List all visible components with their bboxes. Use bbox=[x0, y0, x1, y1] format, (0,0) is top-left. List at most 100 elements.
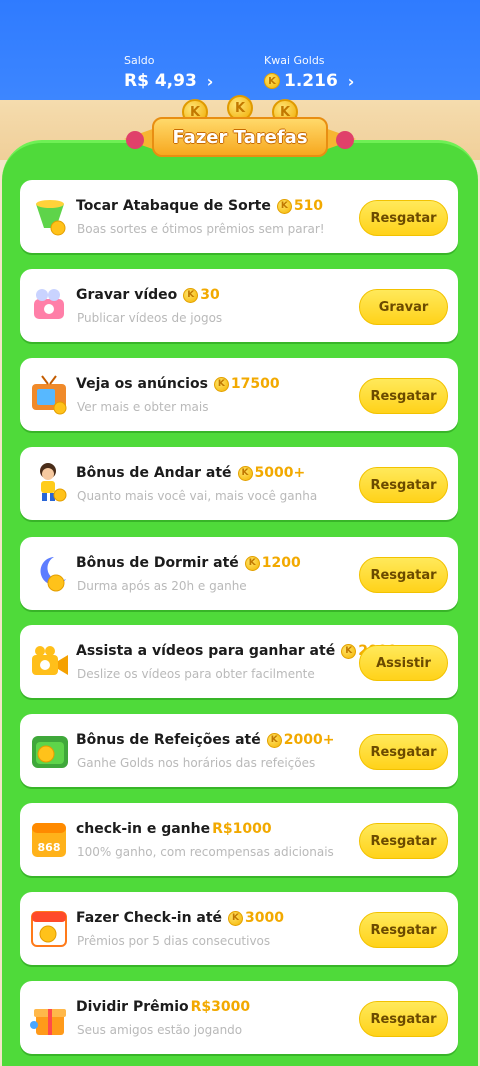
task-subtitle: Durma após as 20h e ganhe bbox=[77, 579, 247, 593]
balance-block[interactable]: Saldo R$ 4,93 › bbox=[124, 54, 213, 91]
tasks-banner: K K K Fazer Tarefas bbox=[122, 95, 358, 165]
task-card: Gravar vídeo K 30 Publicar vídeos de jogos G… bbox=[20, 269, 458, 342]
task-title: Bônus de Andar até bbox=[76, 465, 232, 481]
task-reward-value: R$3000 bbox=[190, 999, 251, 1015]
task-reward-value: R$1000 bbox=[212, 821, 272, 837]
drum-icon bbox=[28, 194, 72, 238]
task-reward-value: 1200 bbox=[261, 555, 301, 571]
task-title: Tocar Atabaque de Sorte bbox=[76, 198, 271, 214]
task-action-button[interactable]: Resgatar bbox=[359, 1001, 448, 1037]
banner-title: Fazer Tarefas bbox=[152, 117, 328, 157]
task-reward: R$3000 bbox=[191, 999, 251, 1015]
kwai-coin-icon: K bbox=[183, 287, 199, 303]
chevron-right-icon: › bbox=[206, 71, 214, 91]
calendar-number: 868 bbox=[38, 841, 61, 854]
task-action-button[interactable]: Resgatar bbox=[359, 734, 448, 770]
task-title-row: Bônus de Andar até K 5000+ bbox=[76, 465, 305, 481]
bird-icon bbox=[336, 131, 354, 149]
task-card: Bônus de Refeições até K 2000+ Ganhe Golds … bbox=[20, 714, 458, 787]
task-subtitle: 100% ganho, com recompensas adicionais bbox=[77, 845, 334, 859]
task-title-row: Tocar Atabaque de Sorte K 510 bbox=[76, 198, 323, 214]
task-reward: K 2000+ bbox=[266, 732, 335, 748]
task-reward: R$1000 bbox=[212, 821, 272, 837]
task-subtitle: Publicar vídeos de jogos bbox=[77, 311, 223, 325]
task-subtitle: Ganhe Golds nos horários das refeições bbox=[77, 756, 316, 770]
task-title: Veja os anúncios bbox=[76, 376, 208, 392]
golds-block[interactable]: Kwai Golds K 1.216 › bbox=[264, 54, 354, 91]
task-reward: K 510 bbox=[276, 198, 324, 214]
task-subtitle: Boas sortes e ótimos prêmios sem parar! bbox=[77, 222, 325, 236]
task-title: Gravar vídeo bbox=[76, 287, 178, 303]
task-subtitle: Prêmios por 5 dias consecutivos bbox=[77, 934, 271, 948]
task-action-button[interactable]: Resgatar bbox=[359, 378, 448, 414]
task-reward-value: 30 bbox=[200, 287, 220, 303]
task-title: Assista a vídeos para ganhar até bbox=[76, 643, 336, 659]
task-title: Dividir Prêmio bbox=[76, 999, 189, 1015]
kwai-coin-icon: K bbox=[213, 376, 229, 392]
task-action-button[interactable]: Resgatar bbox=[359, 912, 448, 948]
calendar-868-icon: 868 bbox=[28, 817, 72, 861]
task-title-row: Bônus de Refeições até K 2000+ bbox=[76, 732, 334, 748]
task-reward: K 3000 bbox=[228, 910, 284, 926]
kwai-coin-icon: K bbox=[244, 555, 260, 571]
kwai-coin-icon: K bbox=[266, 732, 282, 748]
walking-boy-icon bbox=[28, 461, 72, 505]
chevron-right-icon: › bbox=[347, 71, 355, 91]
kwai-coin-icon: K bbox=[341, 643, 357, 659]
task-reward: K 5000+ bbox=[237, 465, 306, 481]
task-title-row: Bônus de Dormir até K 1200 bbox=[76, 555, 301, 571]
task-reward-value: 2000+ bbox=[283, 732, 335, 748]
task-card: Bônus de Andar até K 5000+ Quanto mais você… bbox=[20, 447, 458, 520]
top-balance-bar: Saldo R$ 4,93 › Kwai Golds K 1.216 › bbox=[0, 0, 480, 100]
task-subtitle: Ver mais e obter mais bbox=[77, 400, 209, 414]
task-title: check-in e ganhe bbox=[76, 821, 211, 837]
task-title-row: check-in e ganhe R$1000 bbox=[76, 821, 272, 837]
video-camera-icon bbox=[28, 639, 72, 683]
task-action-button[interactable]: Resgatar bbox=[359, 200, 448, 236]
task-title-row: Assista a vídeos para ganhar atéK2000 bbox=[76, 643, 397, 659]
kwai-coin-icon: K bbox=[228, 910, 244, 926]
task-subtitle: Deslize os vídeos para obter facilmente bbox=[77, 667, 315, 681]
golds-label: Kwai Golds bbox=[264, 54, 325, 67]
lunchbox-icon bbox=[28, 728, 72, 772]
task-reward: K 1200 bbox=[244, 555, 301, 571]
task-reward-value: 5000+ bbox=[254, 465, 306, 481]
task-card: Dividir Prêmio R$3000 Seus amigos estão jo… bbox=[20, 981, 458, 1054]
task-action-button[interactable]: Resgatar bbox=[359, 467, 448, 503]
camera-icon bbox=[28, 283, 72, 327]
calendar-coin-icon bbox=[28, 906, 72, 950]
task-subtitle: Seus amigos estão jogando bbox=[77, 1023, 243, 1037]
task-action-button[interactable]: Gravar bbox=[359, 289, 448, 325]
task-title-row: Dividir Prêmio R$3000 bbox=[76, 999, 250, 1015]
task-title-row: Gravar vídeo K 30 bbox=[76, 287, 220, 303]
task-reward-value: 17500 bbox=[230, 376, 280, 392]
task-title-row: Fazer Check-in até K 3000 bbox=[76, 910, 284, 926]
gift-icon bbox=[28, 995, 72, 1039]
task-action-button[interactable]: Resgatar bbox=[359, 557, 448, 593]
task-card: Fazer Check-in até K 3000 Prêmios por 5 dia… bbox=[20, 892, 458, 965]
kwai-coin-icon: K bbox=[237, 465, 253, 481]
task-title: Fazer Check-in até bbox=[76, 910, 223, 926]
task-reward: K 17500 bbox=[213, 376, 280, 392]
task-card: 868 check-in e ganhe R$1000 100% ganho, com… bbox=[20, 803, 458, 876]
task-reward-value: 3000 bbox=[245, 910, 285, 926]
task-card: Veja os anúncios K 17500 Ver mais e obter m… bbox=[20, 358, 458, 431]
task-reward-value: 510 bbox=[293, 198, 324, 214]
task-reward: K 30 bbox=[183, 287, 220, 303]
task-title: Bônus de Refeições até bbox=[76, 732, 261, 748]
task-title-row: Veja os anúncios K 17500 bbox=[76, 376, 280, 392]
golds-value: 1.216 bbox=[284, 71, 338, 91]
task-card: Assista a vídeos para ganhar atéK2000Des… bbox=[20, 625, 458, 698]
task-card: Bônus de Dormir até K 1200 Durma após as 20… bbox=[20, 537, 458, 610]
task-subtitle: Quanto mais você vai, mais você ganha bbox=[77, 489, 318, 503]
kwai-coin-icon: K bbox=[276, 198, 292, 214]
bird-icon bbox=[126, 131, 144, 149]
balance-label: Saldo bbox=[124, 54, 155, 67]
task-action-button[interactable]: Resgatar bbox=[359, 823, 448, 859]
task-action-button[interactable]: Assistir bbox=[359, 645, 448, 681]
balance-value: R$ 4,93 bbox=[124, 71, 197, 91]
task-title: Bônus de Dormir até bbox=[76, 555, 239, 571]
task-card: Tocar Atabaque de Sorte K 510 Boas sortes e… bbox=[20, 180, 458, 253]
tv-icon bbox=[28, 372, 72, 416]
moon-icon bbox=[28, 551, 72, 595]
